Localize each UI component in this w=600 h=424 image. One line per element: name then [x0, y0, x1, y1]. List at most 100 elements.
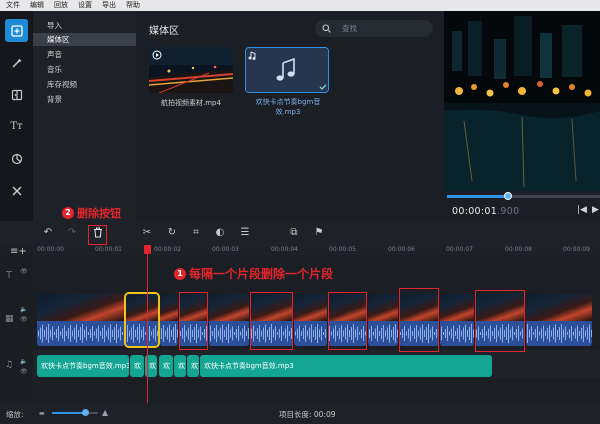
transitions-tool-button[interactable]	[5, 83, 28, 106]
preview-progress-handle[interactable]	[504, 192, 513, 200]
redo-icon: ↷	[67, 227, 77, 238]
audio-clip[interactable]: 欢快卡点节奏bgm音效.mp3	[200, 355, 492, 377]
color-adjust-button[interactable]: ◐	[214, 227, 226, 239]
stickers-tool-button[interactable]	[5, 147, 28, 170]
zoom-in-icon[interactable]: ▲	[102, 408, 108, 417]
annotation-number: 1	[174, 267, 186, 280]
playhead[interactable]	[147, 245, 148, 403]
search-placeholder: 查找	[342, 24, 357, 33]
video-clip[interactable]	[209, 294, 249, 346]
video-track-visibility-icon[interactable]: 👁	[20, 316, 28, 323]
marker-button[interactable]: ⚑	[313, 227, 325, 239]
video-clip[interactable]	[124, 292, 160, 348]
overlay-icon: ⧉	[290, 227, 298, 238]
zoom-slider-handle[interactable]	[82, 409, 89, 416]
text-track-visibility-icon[interactable]: 👁	[20, 268, 28, 275]
category-background[interactable]: 背景	[33, 93, 136, 106]
audio-track-visibility-icon[interactable]: 👁	[20, 368, 28, 375]
ruler-tick: 00:00:00	[37, 246, 64, 253]
flag-icon: ⚑	[314, 227, 324, 238]
media-title: 媒体区	[149, 26, 179, 37]
video-thumbnail	[149, 47, 233, 93]
ruler-tick: 00:00:07	[446, 246, 473, 253]
clip-waveform	[37, 321, 125, 346]
video-clip[interactable]	[368, 294, 398, 346]
clip-thumbnail	[368, 294, 398, 321]
media-item-video[interactable]	[149, 47, 233, 93]
redo-button[interactable]: ↷	[66, 227, 78, 239]
audio-label-line2: 效.mp3	[275, 108, 301, 116]
category-stock-video[interactable]: 库存视频	[33, 78, 136, 91]
preview-timecode: 00:00:01.900	[452, 206, 519, 217]
next-button[interactable]: ▶	[592, 205, 599, 215]
zoom-out-icon[interactable]: ▬	[39, 410, 45, 417]
menu-settings[interactable]: 设置	[72, 0, 96, 11]
preview-player	[444, 11, 600, 191]
annotation-text: 删除按钮	[77, 207, 121, 220]
clip-waveform	[294, 321, 327, 346]
crop-button[interactable]: ⌗	[190, 227, 202, 239]
tools-icon	[11, 185, 22, 196]
zoom-label: 缩放:	[6, 410, 24, 419]
playhead-handle[interactable]	[144, 245, 151, 254]
delete-button-highlight	[88, 225, 107, 245]
video-clip[interactable]	[160, 294, 178, 346]
media-item-audio[interactable]	[245, 47, 329, 93]
sliders-icon: ☰	[240, 227, 250, 238]
effects-tool-button[interactable]	[5, 51, 28, 74]
zoom-slider-fill	[52, 412, 85, 414]
clip-thumbnail	[126, 294, 158, 321]
menu-playback[interactable]: 回放	[48, 0, 72, 11]
text-track-icon: T	[6, 270, 13, 281]
video-track-mute-icon[interactable]: 🔈	[20, 306, 27, 313]
ruler-tick: 00:00:09	[563, 246, 590, 253]
video-clip[interactable]	[294, 294, 327, 346]
audio-clip[interactable]: 欢	[159, 355, 173, 377]
audio-clip[interactable]: 欢	[130, 355, 144, 377]
rotate-button[interactable]: ↻	[166, 227, 178, 239]
add-track-button[interactable]: ≡+	[10, 246, 27, 257]
video-clip[interactable]	[440, 294, 474, 346]
category-music[interactable]: 音乐	[33, 63, 136, 76]
menu-export[interactable]: 导出	[96, 0, 120, 11]
clip-properties-button[interactable]: ☰	[239, 227, 251, 239]
category-media[interactable]: 媒体区	[33, 33, 136, 46]
tools-button[interactable]	[5, 179, 28, 202]
track-headers	[0, 255, 33, 403]
category-sound[interactable]: 声音	[33, 48, 136, 61]
menu-edit[interactable]: 编辑	[24, 0, 48, 11]
titles-tool-button[interactable]: Tт	[5, 115, 28, 138]
clip-thumbnail	[526, 294, 592, 321]
rotate-icon: ↻	[167, 227, 177, 238]
category-list: 导入 媒体区 声音 音乐 库存视频 背景	[33, 11, 136, 221]
video-clip[interactable]	[526, 294, 592, 346]
ruler-tick: 00:00:04	[271, 246, 298, 253]
search-input[interactable]	[315, 20, 433, 37]
undo-button[interactable]: ↶	[42, 227, 54, 239]
audio-clip[interactable]: 欢快卡点节奏bgm音效.mp3	[37, 355, 129, 377]
import-tool-button[interactable]	[5, 19, 28, 42]
video-clip[interactable]	[37, 294, 125, 346]
audio-track-mute-icon[interactable]: 🔈	[20, 358, 27, 365]
removed-segment-highlight	[328, 292, 367, 350]
audio-clip[interactable]: 欢	[174, 355, 186, 377]
clip-waveform	[126, 321, 158, 346]
menu-bar: 文件 编辑 回放 设置 导出 帮助	[0, 0, 600, 11]
category-import[interactable]: 导入	[33, 19, 136, 32]
transition-icon	[11, 89, 22, 100]
timecode-ms: .900	[497, 206, 520, 217]
pie-icon	[11, 153, 22, 164]
clip-waveform	[368, 321, 398, 346]
annotation-number: 2	[62, 207, 74, 219]
menu-help[interactable]: 帮助	[120, 0, 144, 11]
scissors-icon: ✂	[142, 227, 152, 238]
cut-button[interactable]: ✂	[141, 227, 153, 239]
clip-waveform	[209, 321, 249, 346]
menu-file[interactable]: 文件	[0, 0, 24, 11]
overlay-button[interactable]: ⧉	[288, 227, 300, 239]
tool-sidebar: Tт	[0, 11, 33, 221]
audio-clip[interactable]: 欢	[187, 355, 199, 377]
media-item-video-label: 航拍视频素材.mp4	[161, 99, 221, 107]
ruler-tick: 00:00:06	[388, 246, 415, 253]
prev-frame-button[interactable]: |◀	[577, 205, 587, 215]
